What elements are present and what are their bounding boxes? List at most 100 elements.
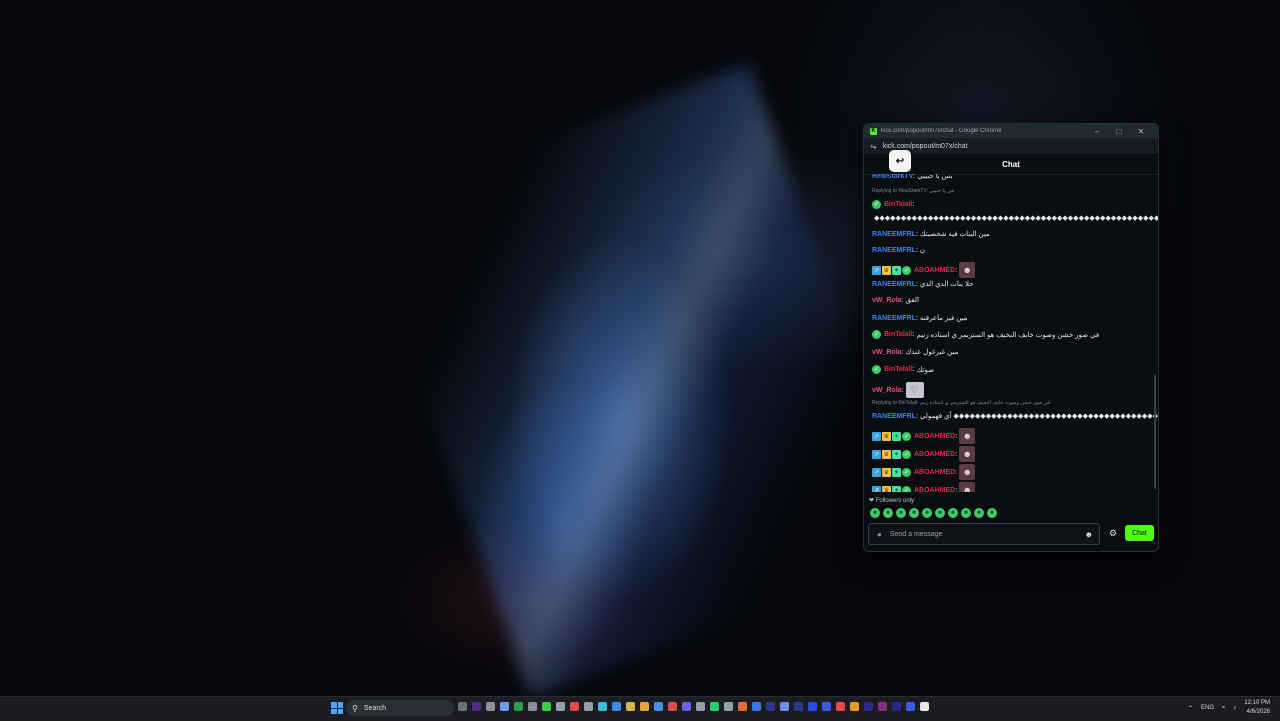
pinned-app-icon[interactable] (920, 702, 929, 711)
chat-username[interactable]: RANEEMFRL (872, 231, 916, 238)
emote-image-icon[interactable]: ♡ (905, 382, 924, 398)
pinned-app-icon[interactable] (892, 702, 901, 711)
chat-title: Chat (1002, 159, 1020, 169)
pinned-app-icon[interactable] (542, 702, 551, 711)
pinned-app-icon[interactable] (500, 702, 509, 711)
pinned-app-icon[interactable] (822, 702, 831, 711)
emoji-picker-icon[interactable]: ☻ (1085, 530, 1093, 539)
lang-indicator[interactable]: ENG (1201, 705, 1214, 711)
emote-icon[interactable]: ☻ (909, 508, 919, 518)
chat-username[interactable]: RANEEMFRL (872, 281, 916, 288)
wifi-icon[interactable]: ≈ (1222, 705, 1225, 711)
username-separator: : (915, 246, 918, 254)
microphone-icon[interactable]: ● (877, 530, 882, 539)
pinned-app-icon[interactable] (780, 702, 789, 711)
wallpaper-nebula (353, 63, 927, 697)
pinned-app-icon[interactable] (486, 702, 495, 711)
emote-image-icon[interactable]: ☻ (959, 482, 976, 492)
send-chat-button[interactable]: Chat (1125, 525, 1154, 541)
chat-username[interactable]: ABOAHMED (914, 433, 955, 440)
collapse-chat-icon[interactable]: ↩ (889, 150, 911, 172)
minimize-icon[interactable]: – (1086, 127, 1108, 136)
window-titlebar[interactable]: K kick.com/popout/m07x/chat - Google Chr… (864, 124, 1158, 138)
pinned-app-icon[interactable] (528, 702, 537, 711)
crown-badge-icon: ♛ (882, 265, 891, 275)
verified-badge-icon: ✓ (902, 449, 911, 459)
chat-username[interactable]: BinTalall (884, 331, 913, 338)
emote-icon[interactable]: ☻ (961, 508, 971, 518)
chat-username[interactable]: RANEEMFRL (872, 315, 916, 322)
emote-icon[interactable]: ☻ (948, 508, 958, 518)
chat-username[interactable]: RANEEMFRL (872, 413, 916, 420)
pinned-app-icon[interactable] (682, 702, 691, 711)
chat-username[interactable]: ABOAHMED (914, 451, 955, 458)
clock[interactable]: 12:10 PM 4/6/2026 (1244, 699, 1270, 717)
chat-username[interactable]: RealStarkTV (872, 174, 913, 180)
site-settings-icon[interactable]: ⇋ (870, 142, 877, 151)
chat-message-list[interactable]: RealStarkTV: بس يا حبيبي Replying to RealS… (864, 174, 1158, 492)
pinned-app-icon[interactable] (836, 702, 845, 711)
pinned-app-icon[interactable] (626, 702, 635, 711)
pinned-app-icon[interactable] (710, 702, 719, 711)
pinned-app-icon[interactable] (458, 702, 467, 711)
emote-icon[interactable]: ☻ (987, 508, 997, 518)
chat-input[interactable]: ● Send a message ☻ (868, 523, 1100, 545)
emote-image-icon[interactable]: ☻ (959, 446, 976, 462)
chat-message-continuation: ◆◆◆◆◆◆◆◆◆◆◆◆◆◆◆◆◆◆◆◆◆◆◆◆◆◆◆◆◆◆◆◆◆◆◆◆◆◆◆◆… (872, 214, 1158, 222)
pinned-app-icon[interactable] (584, 702, 593, 711)
pinned-app-icon[interactable] (878, 702, 887, 711)
pinned-app-icon[interactable] (864, 702, 873, 711)
chat-message: vW_Rola: مين غيرغول عندك (872, 348, 1150, 357)
emote-icon[interactable]: ☻ (922, 508, 932, 518)
pinned-app-icon[interactable] (514, 702, 523, 711)
chat-username[interactable]: vW_Rola (872, 349, 902, 356)
pinned-app-icon[interactable] (738, 702, 747, 711)
chat-scrollbar[interactable] (1154, 374, 1156, 489)
windows-start-icon[interactable] (331, 702, 343, 714)
pinned-app-icon[interactable] (668, 702, 677, 711)
pinned-app-icon[interactable] (472, 702, 481, 711)
pinned-app-icon[interactable] (612, 702, 621, 711)
crown-badge-icon: ♛ (882, 449, 891, 459)
emote-image-icon[interactable]: ☻ (959, 464, 976, 480)
pinned-app-icon[interactable] (556, 702, 565, 711)
chat-username[interactable]: ABOAHMED (914, 469, 955, 476)
pinned-app-icon[interactable] (752, 702, 761, 711)
verified-badge-icon: ✓ (872, 365, 881, 374)
pinned-app-icon[interactable] (598, 702, 607, 711)
emote-icon[interactable]: ☻ (870, 508, 880, 518)
pinned-app-icon[interactable] (906, 702, 915, 711)
pinned-app-icon[interactable] (766, 702, 775, 711)
pinned-app-icon[interactable] (724, 702, 733, 711)
pinned-app-icon[interactable] (570, 702, 579, 711)
emote-icon[interactable]: ☻ (935, 508, 945, 518)
maximize-icon[interactable]: □ (1108, 127, 1130, 136)
chat-username[interactable]: RANEEMFRL (872, 247, 916, 254)
chat-username[interactable]: vW_Rola (872, 387, 902, 394)
pinned-app-icon[interactable] (640, 702, 649, 711)
chat-username[interactable]: BinTalall (884, 366, 913, 373)
emote-image-icon[interactable]: ☻ (959, 262, 976, 278)
pinned-app-icon[interactable] (794, 702, 803, 711)
volume-icon[interactable]: ♪ (1233, 705, 1236, 711)
chat-username[interactable]: ABOAHMED (914, 267, 955, 274)
chat-username[interactable]: BinTalall (884, 201, 913, 208)
verified-badge-icon: ✓ (872, 330, 881, 339)
emote-image-icon[interactable]: ☻ (959, 428, 976, 444)
chat-header: ↩ Chat (864, 150, 1158, 175)
taskbar-search[interactable]: ⚲ Search (346, 700, 454, 716)
close-icon[interactable]: ✕ (1130, 127, 1152, 136)
pinned-app-icon[interactable] (850, 702, 859, 711)
chat-username[interactable]: ABOAHMED (914, 487, 955, 493)
tray-chevron-icon[interactable]: ⌃ (1188, 705, 1193, 712)
pinned-app-icon[interactable] (808, 702, 817, 711)
pinned-app-icon[interactable] (696, 702, 705, 711)
pinned-app-icon[interactable] (654, 702, 663, 711)
chat-username[interactable]: vW_Rola (872, 297, 902, 304)
emote-icon[interactable]: ☻ (896, 508, 906, 518)
emote-icon[interactable]: ☻ (974, 508, 984, 518)
emote-icon[interactable]: ☻ (883, 508, 893, 518)
username-separator: : (901, 386, 904, 394)
chat-message: RANEEMFRL: مين البنات فيه شخصيتك (872, 230, 1150, 239)
chat-settings-icon[interactable]: ⚙ (1109, 528, 1117, 539)
